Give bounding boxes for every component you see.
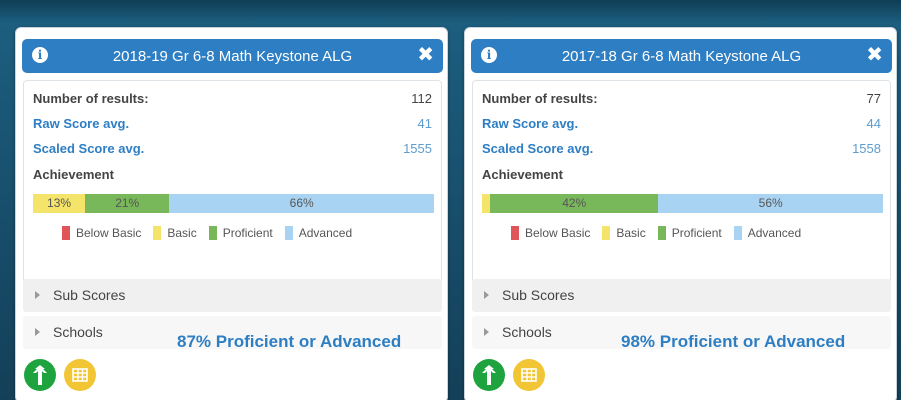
legend-label: Basic <box>167 226 197 240</box>
bar-segment-proficient[interactable]: 42% <box>490 194 659 213</box>
stats-panel: Number of results: 112 Raw Score avg. 41… <box>23 80 442 297</box>
proficiency-summary: 98% Proficient or Advanced <box>621 332 846 351</box>
sub-scores-section[interactable]: Sub Scores <box>472 279 891 312</box>
legend-item-basic: Basic <box>602 226 646 240</box>
card-header: i 2017-18 Gr 6-8 Math Keystone ALG ✖ <box>471 39 892 73</box>
bar-segment-basic[interactable]: 13% <box>33 194 86 213</box>
sub-scores-label: Sub Scores <box>502 287 575 303</box>
legend-label: Basic <box>616 226 646 240</box>
raw-score-link[interactable]: Raw Score avg. <box>33 116 129 131</box>
schools-label: Schools <box>53 324 103 340</box>
scaled-score-link[interactable]: Scaled Score avg. <box>482 141 593 156</box>
number-of-results-value: 77 <box>866 91 881 106</box>
triangle-right-icon <box>35 291 40 299</box>
scaled-score-value: 1558 <box>852 141 881 156</box>
grid-table-icon <box>521 368 537 382</box>
triangle-right-icon <box>484 291 489 299</box>
table-button[interactable] <box>513 359 545 391</box>
info-icon[interactable]: i <box>481 47 497 63</box>
legend-label: Proficient <box>671 226 722 240</box>
legend-item-basic: Basic <box>153 226 197 240</box>
number-of-results-row: Number of results: 112 <box>33 89 432 109</box>
close-icon[interactable]: ✖ <box>866 44 883 66</box>
legend-swatch <box>208 226 217 240</box>
legend-swatch <box>657 226 666 240</box>
bar-segment-proficient[interactable]: 21% <box>85 194 170 213</box>
stats-panel: Number of results: 77 Raw Score avg. 44 … <box>472 80 891 297</box>
legend-swatch <box>511 226 519 240</box>
card-title: 2018-19 Gr 6-8 Math Keystone ALG <box>112 48 353 65</box>
scaled-score-link[interactable]: Scaled Score avg. <box>33 141 144 156</box>
legend-swatch <box>284 226 293 240</box>
number-of-results-row: Number of results: 77 <box>482 89 881 109</box>
tree-button[interactable] <box>24 359 56 391</box>
legend-label: Advanced <box>298 226 353 240</box>
raw-score-value: 44 <box>866 116 881 131</box>
raw-score-row: Raw Score avg. 44 <box>482 114 881 134</box>
sub-scores-label: Sub Scores <box>53 287 126 303</box>
achievement-legend: Below Basic Basic Proficient Advanced <box>62 225 364 241</box>
achievement-bar: 13% 21% 66% <box>33 194 434 213</box>
legend-label: Below Basic <box>525 226 591 240</box>
sub-scores-section[interactable]: Sub Scores <box>23 279 442 312</box>
scaled-score-value: 1555 <box>403 141 432 156</box>
legend-swatch <box>733 226 742 240</box>
legend-label: Proficient <box>222 226 273 240</box>
bar-segment-basic[interactable] <box>482 194 491 213</box>
scaled-score-row: Scaled Score avg. 1558 <box>482 139 881 159</box>
achievement-bar: 42% 56% <box>482 194 883 213</box>
legend-swatch <box>602 226 611 240</box>
schools-label: Schools <box>502 324 552 340</box>
table-button[interactable] <box>64 359 96 391</box>
legend-item-proficient: Proficient <box>657 226 722 240</box>
achievement-label: Achievement <box>33 167 114 182</box>
legend-item-below-basic: Below Basic <box>62 226 141 240</box>
close-icon[interactable]: ✖ <box>417 44 434 66</box>
top-strip <box>0 0 901 22</box>
tree-icon <box>33 365 47 385</box>
tree-icon <box>482 365 496 385</box>
grid-table-icon <box>72 368 88 382</box>
achievement-label: Achievement <box>482 167 563 182</box>
result-card-2: i 2017-18 Gr 6-8 Math Keystone ALG ✖ Num… <box>464 27 897 400</box>
legend-label: Advanced <box>747 226 802 240</box>
bar-segment-advanced[interactable]: 66% <box>169 194 434 213</box>
triangle-right-icon <box>35 328 40 336</box>
legend-label: Below Basic <box>76 226 142 240</box>
info-icon[interactable]: i <box>32 47 48 63</box>
card-header: i 2018-19 Gr 6-8 Math Keystone ALG ✖ <box>22 39 443 73</box>
legend-item-advanced: Advanced <box>733 226 802 240</box>
raw-score-row: Raw Score avg. 41 <box>33 114 432 134</box>
raw-score-value: 41 <box>417 116 432 131</box>
legend-swatch <box>62 226 70 240</box>
legend-item-below-basic: Below Basic <box>511 226 590 240</box>
legend-item-proficient: Proficient <box>208 226 273 240</box>
legend-item-advanced: Advanced <box>284 226 353 240</box>
scaled-score-row: Scaled Score avg. 1555 <box>33 139 432 159</box>
tree-button[interactable] <box>473 359 505 391</box>
achievement-legend: Below Basic Basic Proficient Advanced <box>511 225 813 241</box>
triangle-right-icon <box>484 328 489 336</box>
raw-score-link[interactable]: Raw Score avg. <box>482 116 578 131</box>
bar-segment-advanced[interactable]: 56% <box>658 194 883 213</box>
number-of-results-label: Number of results: <box>482 91 598 106</box>
number-of-results-value: 112 <box>411 91 432 106</box>
proficiency-summary: 87% Proficient or Advanced <box>177 332 402 351</box>
result-card-1: i 2018-19 Gr 6-8 Math Keystone ALG ✖ Num… <box>15 27 448 400</box>
number-of-results-label: Number of results: <box>33 91 149 106</box>
card-title: 2017-18 Gr 6-8 Math Keystone ALG <box>561 48 802 65</box>
legend-swatch <box>153 226 162 240</box>
